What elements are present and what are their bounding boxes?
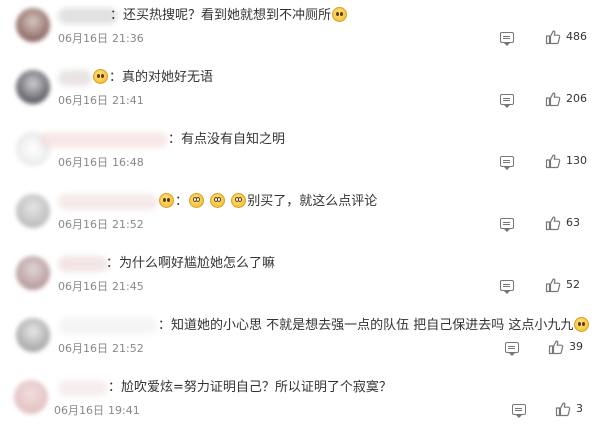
comment-item: ：尬吹爱炫=努力证明自己？所以证明了个寂寞？ 06月16日 19:41 3 <box>0 374 600 436</box>
comment-time: 21:52 <box>112 218 144 231</box>
comment-time: 21:45 <box>112 280 144 293</box>
comment-icon[interactable] <box>500 280 514 294</box>
comment-time: 21:41 <box>112 94 144 107</box>
username-blurred[interactable] <box>58 256 108 272</box>
heart-face-icon <box>93 69 108 84</box>
thumbs-up-icon[interactable] <box>545 91 561 107</box>
comment-icon[interactable] <box>505 342 519 356</box>
like-count: 3 <box>576 402 583 415</box>
comment-item: ：还买热搜呢？看到她就想到不冲厕所 06月16日 21:36 486 <box>0 2 600 64</box>
thumbs-up-icon[interactable] <box>548 339 564 355</box>
comment-item: ：真的对她好无语 06月16日 21:41 206 <box>0 64 600 126</box>
comment-meta: 06月16日 21:52 <box>58 216 144 232</box>
comment-text: 别买了，就这么点评论 <box>247 194 378 209</box>
comment-date: 06月16日 <box>58 280 108 293</box>
comment-text: 为什么啊好尴尬她怎么了嘛 <box>119 256 276 271</box>
thumbs-up-icon[interactable] <box>555 401 571 417</box>
username-blurred[interactable] <box>58 8 118 24</box>
thumbs-up-icon[interactable] <box>545 29 561 45</box>
avatar[interactable] <box>16 8 50 42</box>
shocked-face-icon <box>189 193 205 208</box>
comment-text-line: ：为什么啊好尴尬她怎么了嘛 <box>106 256 276 271</box>
like-count: 486 <box>566 30 587 43</box>
avatar[interactable] <box>16 194 50 228</box>
comment-meta: 06月16日 19:41 <box>54 402 140 418</box>
comment-icon[interactable] <box>500 32 514 46</box>
comment-text: 有点没有自知之明 <box>181 132 286 147</box>
comment-item: ： 别买了，就这么点评论 06月16日 21:52 63 <box>0 188 600 250</box>
comment-icon[interactable] <box>500 94 514 108</box>
comment-meta: 06月16日 21:52 <box>58 340 144 356</box>
comment-item: ：知道她的小心思 不就是想去强一点的队伍 把自己保进去吗 这点小九九 06月16… <box>0 312 600 374</box>
username-blurred[interactable] <box>58 70 92 86</box>
thumbs-up-icon[interactable] <box>545 153 561 169</box>
thumbs-up-icon[interactable] <box>545 215 561 231</box>
comment-time: 19:41 <box>108 404 140 417</box>
comment-icon[interactable] <box>500 156 514 170</box>
comment-meta: 06月16日 21:45 <box>58 278 144 294</box>
avatar[interactable] <box>14 380 48 414</box>
comment-text-line: ：尬吹爱炫=努力证明自己？所以证明了个寂寞？ <box>108 380 392 395</box>
like-count: 206 <box>566 92 587 105</box>
comment-text: 尬吹爱炫=努力证明自己？所以证明了个寂寞？ <box>121 380 392 395</box>
avatar[interactable] <box>16 318 50 352</box>
comment-date: 06月16日 <box>58 218 108 231</box>
comment-text-line: ：真的对她好无语 <box>92 68 213 88</box>
comment-item: ：有点没有自知之明 06月16日 16:48 130 <box>0 126 600 188</box>
comment-item: ：为什么啊好尴尬她怎么了嘛 06月16日 21:45 52 <box>0 250 600 312</box>
like-count: 63 <box>566 216 580 229</box>
comment-date: 06月16日 <box>58 94 108 107</box>
username-blurred[interactable] <box>58 380 108 396</box>
comment-text: 真的对她好无语 <box>122 70 214 85</box>
shocked-face-icon <box>231 193 247 208</box>
avatar[interactable] <box>16 70 50 104</box>
comment-text-line: ：知道她的小心思 不就是想去强一点的队伍 把自己保进去吗 这点小九九 <box>158 316 590 336</box>
username-blurred[interactable] <box>40 132 168 148</box>
crying-face-icon <box>332 7 348 22</box>
avatar[interactable] <box>16 256 50 290</box>
like-count: 130 <box>566 154 587 167</box>
comment-text: 还买热搜呢？看到她就想到不冲厕所 <box>123 8 332 23</box>
comment-time: 21:36 <box>112 32 144 45</box>
comment-date: 06月16日 <box>54 404 104 417</box>
shocked-face-icon <box>210 193 226 208</box>
comment-time: 16:48 <box>112 156 144 169</box>
comment-icon[interactable] <box>512 404 526 418</box>
comment-icon[interactable] <box>500 218 514 232</box>
comment-date: 06月16日 <box>58 156 108 169</box>
thumbs-up-icon[interactable] <box>545 277 561 293</box>
username-blurred[interactable] <box>58 194 158 210</box>
comment-text: 知道她的小心思 不就是想去强一点的队伍 把自己保进去吗 这点小九九 <box>171 318 574 333</box>
like-count: 52 <box>566 278 580 291</box>
comment-date: 06月16日 <box>58 342 108 355</box>
comment-meta: 06月16日 16:48 <box>58 154 144 170</box>
comment-date: 06月16日 <box>58 32 108 45</box>
like-count: 39 <box>569 340 583 353</box>
comment-meta: 06月16日 21:41 <box>58 92 144 108</box>
comment-text-line: ：有点没有自知之明 <box>168 132 286 147</box>
username-blurred[interactable] <box>58 318 158 334</box>
sweat-face-icon <box>574 317 590 332</box>
comment-text-line: ： 别买了，就这么点评论 <box>158 192 377 212</box>
comment-meta: 06月16日 21:36 <box>58 30 144 46</box>
heart-face-icon <box>159 193 174 208</box>
comment-text-line: ：还买热搜呢？看到她就想到不冲厕所 <box>110 6 348 26</box>
comment-time: 21:52 <box>112 342 144 355</box>
